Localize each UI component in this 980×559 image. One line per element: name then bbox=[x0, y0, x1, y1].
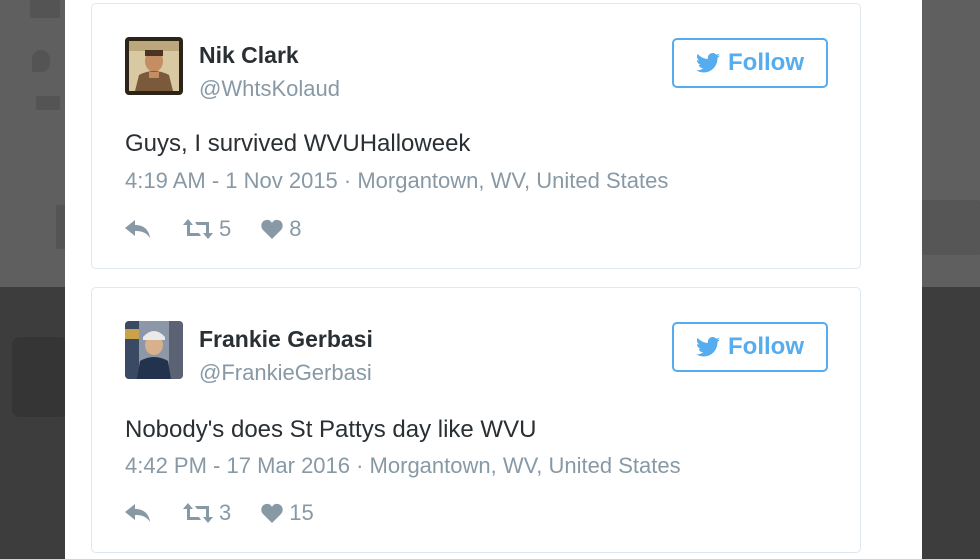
twitter-bird-icon bbox=[696, 53, 720, 73]
background-reply-icon bbox=[36, 96, 60, 110]
embed-column: Nik Clark @WhtsKolaud Follow Guys, I sur… bbox=[65, 0, 922, 559]
tweet-text: Nobody's does St Pattys day like WVU bbox=[125, 416, 537, 443]
avatar[interactable] bbox=[125, 37, 183, 95]
retweet-icon bbox=[183, 503, 213, 523]
retweet-button[interactable]: 3 bbox=[183, 500, 231, 526]
like-button[interactable]: 15 bbox=[261, 500, 314, 526]
user-handle[interactable]: @WhtsKolaud bbox=[199, 76, 340, 102]
tweet-timestamp-location[interactable]: 4:19 AM - 1 Nov 2015 · Morgantown, WV, U… bbox=[125, 168, 668, 194]
avatar[interactable] bbox=[125, 321, 183, 379]
heart-icon bbox=[261, 219, 283, 239]
tweet-card: Frankie Gerbasi @FrankieGerbasi Follow N… bbox=[91, 287, 861, 553]
reply-icon bbox=[125, 504, 151, 522]
follow-label: Follow bbox=[728, 333, 804, 360]
like-count: 15 bbox=[289, 500, 314, 525]
tweet-actions: 5 8 bbox=[125, 216, 302, 242]
user-name[interactable]: Frankie Gerbasi bbox=[199, 326, 373, 353]
user-handle[interactable]: @FrankieGerbasi bbox=[199, 360, 372, 386]
follow-label: Follow bbox=[728, 49, 804, 76]
like-button[interactable]: 8 bbox=[261, 216, 302, 242]
background-location-icon bbox=[32, 50, 50, 72]
heart-icon bbox=[261, 503, 283, 523]
reply-button[interactable] bbox=[125, 504, 151, 522]
twitter-bird-icon bbox=[696, 337, 720, 357]
retweet-count: 3 bbox=[219, 500, 232, 525]
like-count: 8 bbox=[289, 216, 302, 241]
retweet-count: 5 bbox=[219, 216, 232, 241]
user-name[interactable]: Nik Clark bbox=[199, 42, 299, 69]
reply-icon bbox=[125, 220, 151, 238]
tweet-timestamp-location[interactable]: 4:42 PM - 17 Mar 2016 · Morgantown, WV, … bbox=[125, 453, 681, 479]
background-ghost-text bbox=[30, 0, 60, 18]
tweet-actions: 3 15 bbox=[125, 500, 314, 526]
background-ghost-right bbox=[922, 200, 980, 255]
background-ghost-avatar bbox=[12, 337, 68, 417]
tweet-card: Nik Clark @WhtsKolaud Follow Guys, I sur… bbox=[91, 3, 861, 269]
tweet-text: Guys, I survived WVUHalloweek bbox=[125, 130, 471, 157]
follow-button[interactable]: Follow bbox=[672, 38, 828, 88]
retweet-button[interactable]: 5 bbox=[183, 216, 231, 242]
reply-button[interactable] bbox=[125, 220, 151, 238]
retweet-icon bbox=[183, 219, 213, 239]
follow-button[interactable]: Follow bbox=[672, 322, 828, 372]
